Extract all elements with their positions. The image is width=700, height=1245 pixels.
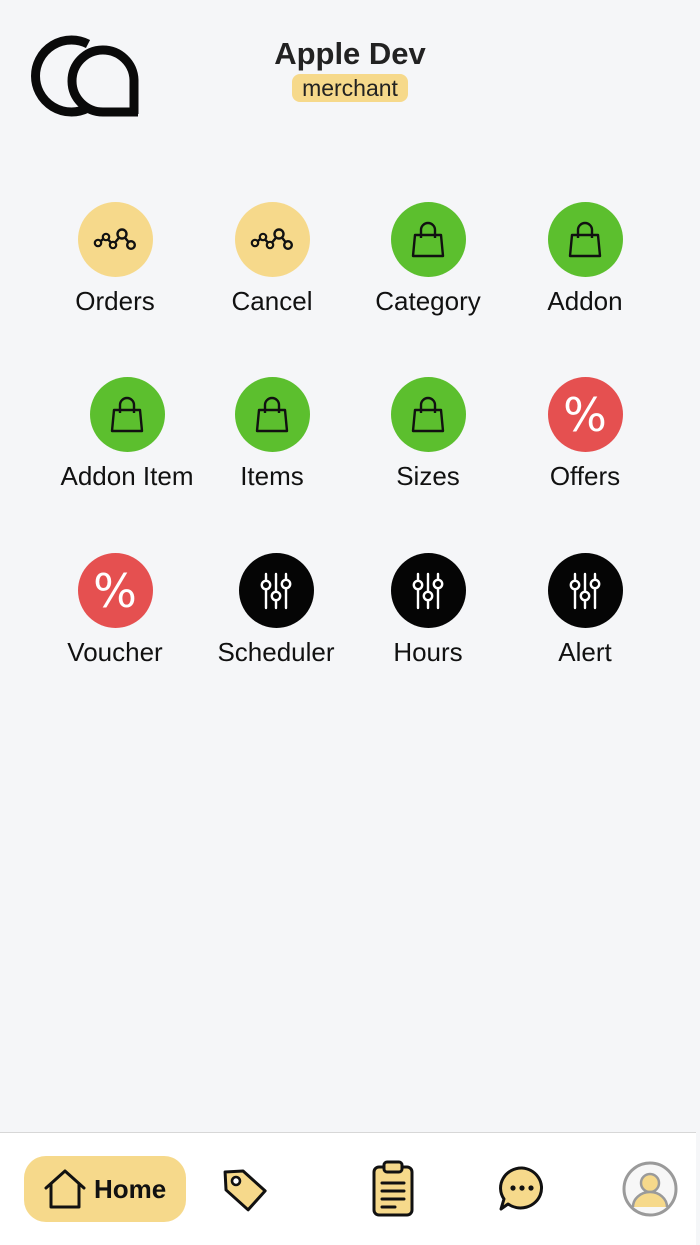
tag-icon xyxy=(223,1169,267,1212)
nav-chat-button[interactable] xyxy=(490,1157,554,1221)
percent-glyph: % xyxy=(563,387,607,442)
role-badge: merchant xyxy=(292,74,408,102)
percent-icon: % xyxy=(547,377,623,452)
tile-sizes[interactable]: Sizes xyxy=(343,377,513,507)
tile-label: Items xyxy=(240,461,304,491)
tile-category[interactable]: Category xyxy=(343,202,513,332)
tile-items[interactable]: Items xyxy=(187,377,357,507)
shopping-bag-icon xyxy=(390,202,466,277)
home-icon xyxy=(44,1169,86,1209)
tile-hours[interactable]: Hours xyxy=(343,553,513,683)
tile-label: Cancel xyxy=(231,286,313,316)
sliders-icon xyxy=(238,553,314,628)
profile-icon xyxy=(622,1161,678,1217)
tile-scheduler[interactable]: Scheduler xyxy=(191,553,361,683)
nav-orders-button[interactable] xyxy=(361,1157,425,1221)
tile-label: Orders xyxy=(75,286,155,316)
nav-home-label: Home xyxy=(94,1173,167,1204)
merchant-name: Apple Dev xyxy=(274,36,426,71)
percent-glyph: % xyxy=(93,563,137,618)
tile-alert[interactable]: Alert xyxy=(500,553,670,683)
percent-icon: % xyxy=(77,553,153,628)
nav-home-button[interactable]: Home xyxy=(24,1156,186,1222)
nav-offers-button[interactable] xyxy=(212,1157,276,1221)
shopping-bag-icon xyxy=(547,202,623,277)
sliders-icon xyxy=(547,553,623,628)
tile-label: Voucher xyxy=(67,637,163,667)
clipboard-icon xyxy=(372,1160,414,1217)
tile-voucher[interactable]: % Voucher xyxy=(30,553,200,683)
shopping-bag-icon xyxy=(234,377,310,452)
app-header: Apple Dev merchant xyxy=(0,0,700,130)
tile-label: Sizes xyxy=(396,461,460,491)
tile-label: Scheduler xyxy=(217,637,335,667)
shopping-bag-icon xyxy=(89,377,165,452)
bottom-navigation: Home xyxy=(0,1132,696,1245)
chat-icon xyxy=(499,1166,543,1211)
tile-label: Alert xyxy=(558,637,612,667)
tile-label: Addon xyxy=(547,286,623,316)
tile-label: Offers xyxy=(549,461,621,491)
route-icon xyxy=(77,202,153,277)
tile-addon[interactable]: Addon xyxy=(500,202,670,332)
nav-profile-button[interactable] xyxy=(618,1157,682,1221)
tile-offers[interactable]: % Offers xyxy=(500,377,670,507)
tile-label: Category xyxy=(375,286,481,316)
sliders-icon xyxy=(390,553,466,628)
tile-cancel[interactable]: Cancel xyxy=(187,202,357,332)
ca-logo xyxy=(31,35,139,117)
shopping-bag-icon xyxy=(390,377,466,452)
tile-label: Hours xyxy=(393,637,463,667)
tile-orders[interactable]: Orders xyxy=(30,202,200,332)
route-icon xyxy=(234,202,310,277)
